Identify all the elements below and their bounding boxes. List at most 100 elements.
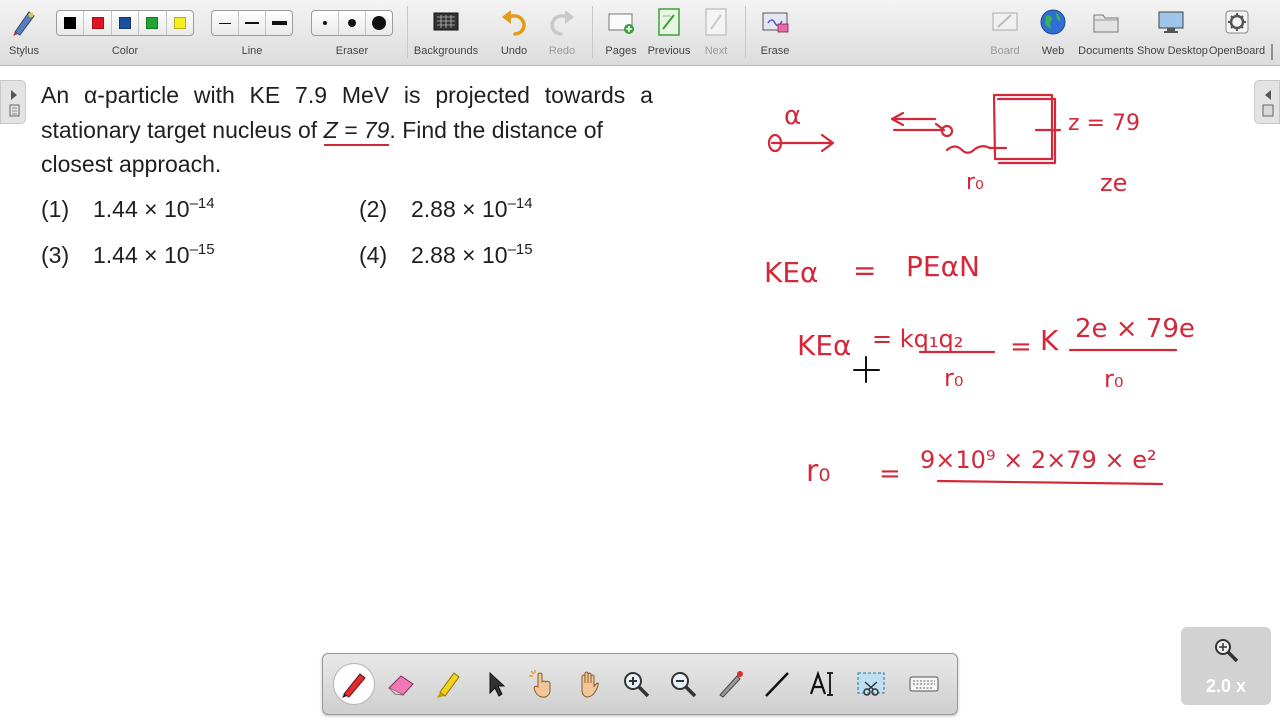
expand-left-icon — [1262, 90, 1274, 117]
option-3-value: 1.44 × 10 — [93, 242, 190, 268]
top-toolbar: Stylus Color Line Eraser Backgrounds Und… — [0, 0, 1280, 66]
laser-pointer-icon — [719, 671, 743, 698]
pointing-hand-icon — [529, 670, 551, 698]
atomic-number-text: Z = 79 — [323, 116, 390, 146]
pen-icon — [342, 673, 366, 698]
next-label: Next — [704, 45, 728, 57]
pages-button[interactable]: Pages — [601, 4, 641, 62]
ink-eq2-denominator: r₀ — [944, 364, 964, 392]
option-1-value: 1.44 × 10 — [93, 196, 190, 222]
capture-tool-button[interactable] — [850, 663, 892, 705]
board-button[interactable]: Board — [984, 4, 1026, 62]
ink-z-equals: z = 79 — [1068, 111, 1140, 136]
ink-eq1-equals: = — [853, 254, 876, 287]
hand-icon — [581, 671, 599, 698]
option-2-number: (2) — [359, 196, 388, 222]
line-tool-button[interactable] — [756, 663, 798, 705]
show-desktop-label: Show Desktop — [1137, 45, 1208, 57]
erase-button[interactable]: Erase — [755, 4, 795, 62]
ink-eq3-numerator: 9×10⁹ × 2×79 × e² — [920, 446, 1157, 474]
previous-page-icon — [658, 8, 680, 36]
toolbar-divider — [592, 6, 593, 58]
keyboard-icon — [909, 676, 939, 692]
laser-pointer-button[interactable] — [709, 663, 751, 705]
eraser-label: Eraser — [335, 45, 369, 57]
documents-button[interactable]: Documents — [1078, 4, 1134, 62]
redo-button[interactable]: Redo — [542, 4, 582, 62]
question-line-2: stationary target nucleus of Z = 79. Fin… — [41, 113, 661, 148]
crosshair-cursor-icon — [853, 356, 880, 383]
highlighter-tool-button[interactable] — [427, 663, 469, 705]
zoom-in-icon — [624, 672, 650, 698]
undo-icon — [502, 10, 526, 36]
toolbar-resize-handle[interactable] — [1267, 44, 1277, 60]
option-4: (4) 2.88 × 10–15 — [359, 241, 533, 269]
ink-eq2-k: K — [1040, 324, 1059, 357]
add-page-icon — [608, 13, 634, 34]
zoom-out-icon — [671, 672, 697, 698]
selector-tool-button[interactable] — [474, 663, 516, 705]
line-label: Line — [241, 45, 263, 57]
stylus-button[interactable]: Stylus — [4, 4, 44, 62]
text-tool-button[interactable] — [803, 663, 845, 705]
ink-eq3-equals: = — [879, 459, 901, 489]
stylus-palette — [322, 653, 958, 715]
next-button[interactable]: Next — [696, 4, 736, 62]
pages-label: Pages — [605, 45, 637, 57]
option-2: (2) 2.88 × 10–14 — [359, 195, 533, 223]
eraser-icon — [388, 675, 414, 696]
ink-eq2-mid: = kq₁q₂ — [872, 325, 963, 353]
ink-forward-arrow — [892, 122, 946, 132]
openboard-button[interactable]: OpenBoard — [1208, 4, 1266, 62]
arrow-pointer-icon — [489, 671, 506, 697]
question-word: MeV — [341, 82, 390, 108]
backgrounds-button[interactable]: Backgrounds — [413, 4, 479, 62]
next-page-icon — [705, 8, 727, 36]
toolbar-divider — [407, 6, 408, 58]
stylus-label: Stylus — [9, 45, 39, 57]
ink-distance-squiggle — [945, 145, 1008, 154]
option-1: (1) 1.44 × 10–14 — [41, 195, 215, 223]
question-line-1: An α-particle with KE 7.9 MeV is project… — [41, 78, 653, 113]
ink-back-arrow — [890, 111, 937, 127]
stylus-icon — [13, 11, 35, 36]
hand-tool-button[interactable] — [568, 663, 610, 705]
ink-eq1-left: KEα — [764, 256, 819, 289]
globe-icon — [1040, 9, 1066, 35]
redo-icon — [550, 10, 574, 36]
question-word: An — [41, 82, 70, 108]
expand-right-icon — [9, 90, 20, 117]
question-word: is — [403, 82, 421, 108]
pen-tool-button[interactable] — [333, 663, 375, 705]
zoom-in-button[interactable] — [615, 663, 657, 705]
virtual-keyboard-button[interactable] — [903, 663, 945, 705]
show-desktop-button[interactable]: Show Desktop — [1137, 4, 1208, 62]
redo-label: Redo — [548, 45, 576, 57]
color-label: Color — [111, 45, 139, 57]
right-palette-toggle[interactable] — [1254, 80, 1280, 124]
board-icon — [992, 12, 1018, 31]
question-word: 7.9 — [295, 82, 328, 108]
ink-alpha-near-nucleus — [940, 124, 954, 138]
ink-alpha-arrow — [770, 133, 835, 153]
eraser-tool-button[interactable] — [380, 663, 422, 705]
undo-button[interactable]: Undo — [494, 4, 534, 62]
text-icon — [809, 670, 833, 696]
previous-button[interactable]: Previous — [646, 4, 692, 62]
web-button[interactable]: Web — [1032, 4, 1074, 62]
previous-label: Previous — [647, 45, 691, 57]
question-word: with — [193, 82, 235, 108]
option-1-exponent: –14 — [189, 195, 215, 212]
ink-r0-label: r₀ — [966, 170, 984, 195]
zoom-indicator[interactable]: 2.0 x — [1181, 627, 1271, 705]
interact-tool-button[interactable] — [521, 663, 563, 705]
option-4-number: (4) — [359, 242, 388, 268]
question-word: a — [640, 82, 653, 108]
monitor-icon — [1158, 11, 1184, 33]
left-palette-toggle[interactable] — [0, 80, 26, 124]
board-label: Board — [990, 45, 1020, 57]
question-text: An α-particle with KE 7.9 MeV is project… — [41, 78, 661, 182]
option-2-value: 2.88 × 10 — [411, 196, 508, 222]
zoom-out-button[interactable] — [662, 663, 704, 705]
backgrounds-icon — [433, 12, 459, 31]
